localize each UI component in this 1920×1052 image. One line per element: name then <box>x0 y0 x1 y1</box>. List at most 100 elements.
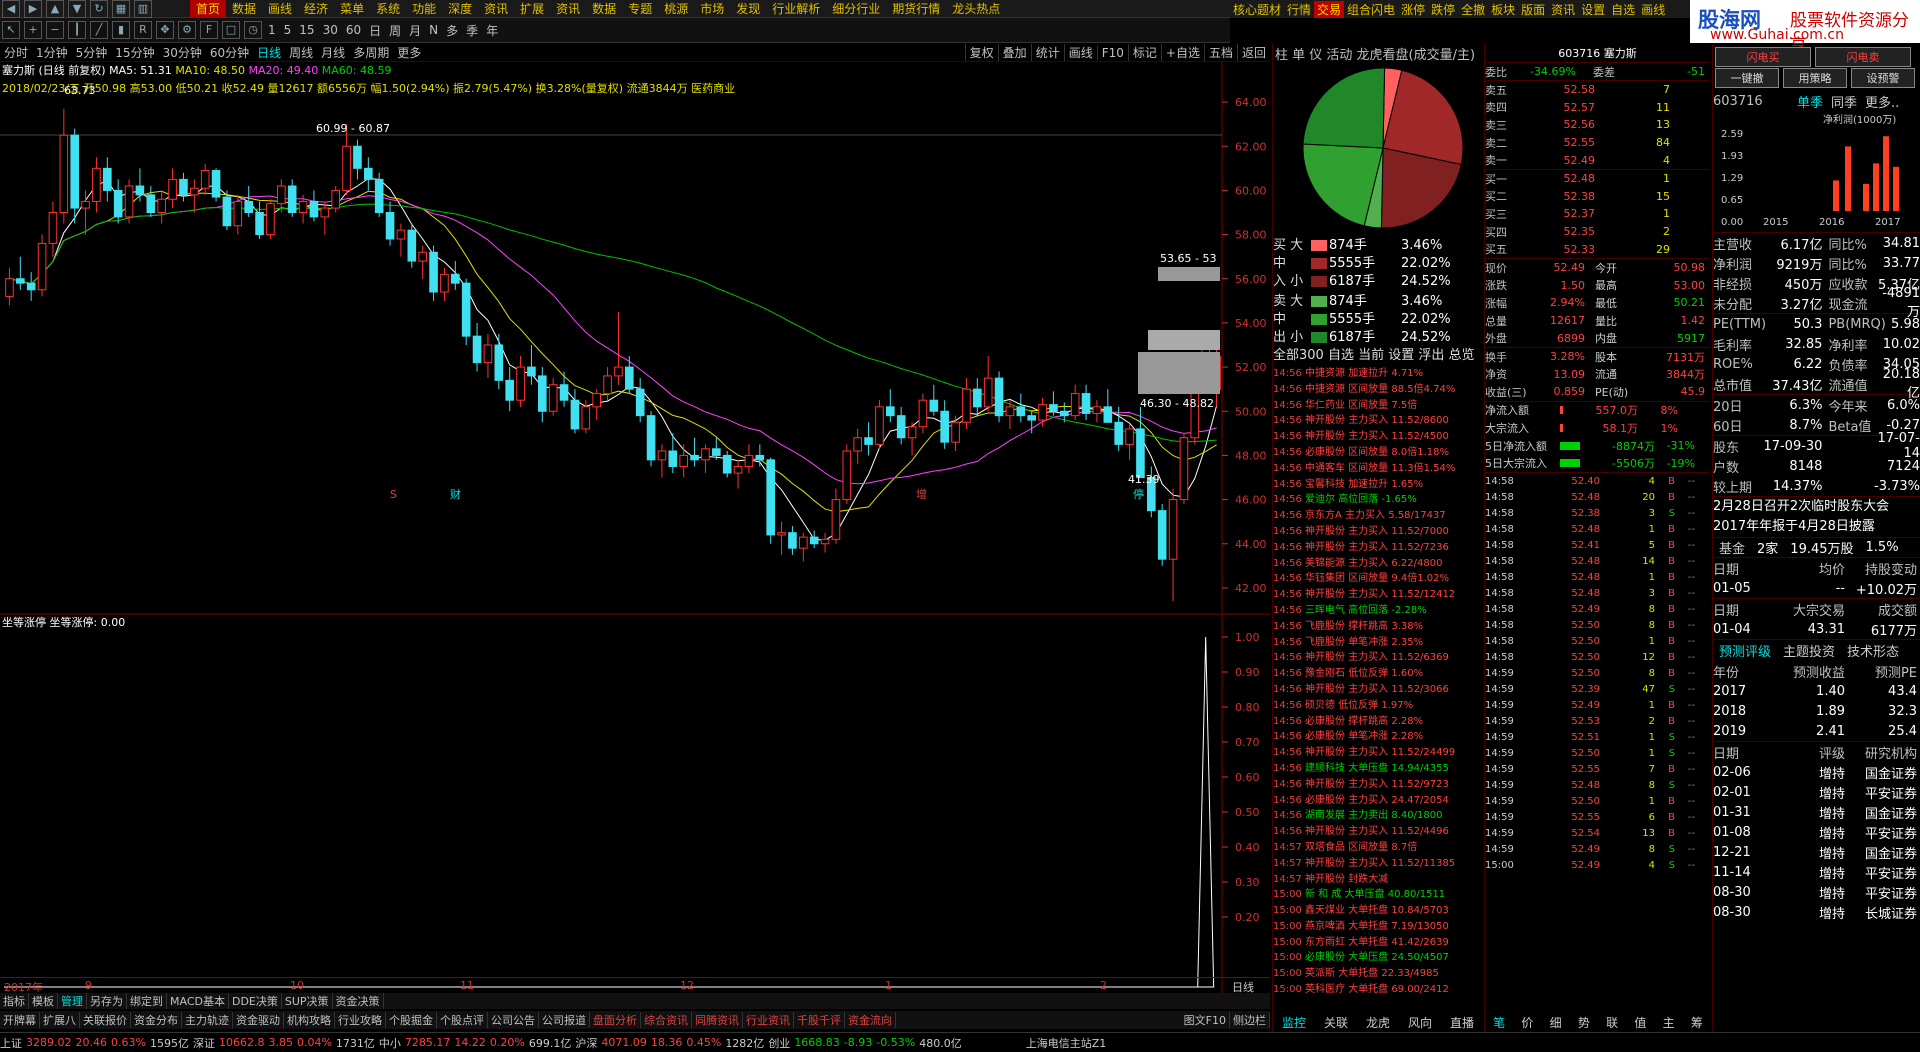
period-tab[interactable]: 1分钟 <box>32 44 72 61</box>
toolbar-tab[interactable]: 交易 <box>1314 0 1345 18</box>
cursor-icon[interactable]: ↖ <box>2 21 20 39</box>
period-number-button[interactable]: 1 <box>264 23 280 37</box>
menu-item[interactable]: 首页 <box>190 0 227 17</box>
alert-row[interactable]: 14:56 湖南发展 主力卖出 8.40/1800 <box>1273 806 1483 822</box>
period-tab[interactable]: 更多 <box>393 44 425 61</box>
alert-row[interactable]: 14:56 神开股份 主力买入 11.52/6369 <box>1273 648 1483 664</box>
period-button[interactable]: 周 <box>385 22 405 39</box>
toolbar-tab[interactable]: 资讯 <box>1548 1 1578 18</box>
period-button[interactable]: N <box>425 23 442 37</box>
menu-item[interactable]: 发现 <box>730 0 766 17</box>
alert-row[interactable]: 14:56 飞鹿股份 撑杆跳高 3.38% <box>1273 617 1483 633</box>
alert-row[interactable]: 14:56 必康股份 区间放量 8.0倍1.18% <box>1273 443 1483 459</box>
trade-button[interactable]: 闪电买 <box>1715 47 1811 67</box>
alert-row[interactable]: 14:56 美锦能源 主力买入 6.22/4800 <box>1273 554 1483 570</box>
period-number-button[interactable]: 30 <box>319 23 342 37</box>
tick-tab[interactable]: 细 <box>1542 1014 1570 1031</box>
alert-row[interactable]: 14:56 神开股份 主力买入 11.52/4500 <box>1273 427 1483 443</box>
side-tab[interactable]: 图文F10 <box>1181 1012 1230 1028</box>
toolbar-tab[interactable]: 设置 <box>1578 1 1608 18</box>
alert-row[interactable]: 14:56 华钰集团 区间放量 9.4倍1.02% <box>1273 569 1483 585</box>
info-tab[interactable]: 资金分布 <box>131 1012 182 1028</box>
alert-row[interactable]: 14:56 神开股份 主力买入 11.52/3066 <box>1273 680 1483 696</box>
toolbar-tab[interactable]: 板块 <box>1488 1 1518 18</box>
alert-row[interactable]: 14:56 神开股份 主力买入 11.52/8600 <box>1273 411 1483 427</box>
toolbar-tab[interactable]: 行情 <box>1284 1 1314 18</box>
info-tab[interactable]: 扩展八 <box>40 1012 80 1028</box>
chart-tool-button[interactable]: 五档 <box>1203 44 1237 61</box>
info-tab[interactable]: 主力轨迹 <box>182 1012 233 1028</box>
indicator-tab[interactable]: 资金决策 <box>333 993 384 1009</box>
info-tab[interactable]: 个股掘金 <box>386 1012 437 1028</box>
up-icon[interactable]: ▲ <box>46 0 64 18</box>
info-tab[interactable]: 盘面分析 <box>590 1012 641 1028</box>
alert-row[interactable]: 14:57 双塔食品 区间放量 8.7倍 <box>1273 838 1483 854</box>
menu-item[interactable]: 功能 <box>406 0 442 17</box>
period-number-button[interactable]: 60 <box>342 23 365 37</box>
tick-tab[interactable]: 联 <box>1598 1014 1626 1031</box>
kline-chart[interactable]: 64.00 62.00 60.00 58.00 56.00 54.00 52.00 50.00… <box>0 62 1270 997</box>
menu-item[interactable]: 资讯 <box>550 0 586 17</box>
menu-item[interactable]: 行业解析 <box>766 0 826 17</box>
info-tab[interactable]: 行业攻略 <box>335 1012 386 1028</box>
menu-item[interactable]: 数据 <box>226 0 262 17</box>
down-icon[interactable]: ▼ <box>68 0 86 18</box>
trade-button[interactable]: 一键撤 <box>1715 68 1779 88</box>
period-number-button[interactable]: 5 <box>280 23 296 37</box>
chart-tool-button[interactable]: 统计 <box>1030 44 1064 61</box>
monitor-tab[interactable]: 龙虎 <box>1357 1014 1399 1031</box>
menu-item[interactable]: 数据 <box>586 0 622 17</box>
menu-item[interactable]: 龙头热点 <box>946 0 1006 17</box>
menu-item[interactable]: 细分行业 <box>826 0 886 17</box>
forecast-tab[interactable]: 预测评级 <box>1713 641 1777 660</box>
move-icon[interactable]: ✥ <box>156 21 174 39</box>
toolbar-tab[interactable]: 版面 <box>1518 1 1548 18</box>
chart-icon[interactable]: ▥ <box>134 0 152 18</box>
zoom-in-icon[interactable]: + <box>24 21 42 39</box>
tick-tab[interactable]: 主 <box>1655 1014 1683 1031</box>
info-tab[interactable]: 资金流向 <box>845 1012 896 1028</box>
alert-row[interactable]: 14:56 中捷资源 区间放量 88.5倍4.74% <box>1273 380 1483 396</box>
chart-tool-button[interactable]: F10 <box>1096 45 1128 60</box>
toolbar-tab[interactable]: 跌停 <box>1428 1 1458 18</box>
alert-row[interactable]: 14:56 宝馨科技 加速拉升 1.65% <box>1273 475 1483 491</box>
alert-row[interactable]: 14:56 神开股份 主力买入 11.52/12412 <box>1273 585 1483 601</box>
period-button[interactable]: 月 <box>405 22 425 39</box>
alert-row[interactable]: 14:56 建顺科技 大单压盘 14.94/4355 <box>1273 759 1483 775</box>
bar-icon[interactable]: ▮ <box>112 21 130 39</box>
chart-tool-button[interactable]: 复权 <box>964 44 998 61</box>
alert-row[interactable]: 14:56 中通客车 区间放量 11.3倍1.54% <box>1273 459 1483 475</box>
alert-row[interactable]: 15:00 燕京啤酒 大单托盘 7.19/13050 <box>1273 917 1483 933</box>
alert-row[interactable]: 15:00 英派斯 大单托盘 22.33/4985 <box>1273 964 1483 980</box>
indicator-tab[interactable]: SUP决策 <box>282 993 333 1009</box>
filter-bar[interactable]: 全部300 自选 当前 设置 浮出 总览 <box>1273 344 1483 363</box>
period-button[interactable]: 多 <box>442 22 462 39</box>
period-tab[interactable]: 15分钟 <box>111 44 158 61</box>
info-tab[interactable]: 个股点评 <box>437 1012 488 1028</box>
indicator-tab[interactable]: 另存为 <box>87 993 127 1009</box>
alert-row[interactable]: 15:00 鑫天煤业 大单托盘 10.84/5703 <box>1273 901 1483 917</box>
tick-tab[interactable]: 价 <box>1513 1014 1541 1031</box>
chart-tool-button[interactable]: +自选 <box>1160 44 1204 61</box>
info-tab[interactable]: 关联报价 <box>80 1012 131 1028</box>
alert-row[interactable]: 15:00 必康股份 大单压盘 24.50/4507 <box>1273 948 1483 964</box>
period-button[interactable]: 日 <box>365 22 385 39</box>
indicator-tab[interactable]: 绑定到 <box>127 993 167 1009</box>
alert-row[interactable]: 15:00 东方雨虹 大单托盘 41.42/2639 <box>1273 933 1483 949</box>
period-button[interactable]: 季 <box>462 22 482 39</box>
toolbar-tab[interactable]: 核心题材 <box>1230 1 1284 18</box>
chart-tool-button[interactable]: 叠加 <box>997 44 1031 61</box>
alert-row[interactable]: 14:56 神开股份 主力买入 11.52/24499 <box>1273 743 1483 759</box>
alert-row[interactable]: 14:56 必康股份 主力买入 24.47/2054 <box>1273 791 1483 807</box>
alert-row[interactable]: 14:56 神开股份 主力买入 11.52/7000 <box>1273 522 1483 538</box>
indicator-tab[interactable]: DDE决策 <box>229 993 282 1009</box>
alert-row[interactable]: 14:56 爱迪尔 高位回落 -1.65% <box>1273 490 1483 506</box>
side-tab[interactable]: 侧边栏 <box>1230 1012 1270 1028</box>
tick-tab[interactable]: 值 <box>1626 1014 1654 1031</box>
period-button[interactable]: 年 <box>482 22 502 39</box>
toolbar-tab[interactable]: 涨停 <box>1398 1 1428 18</box>
info-tab[interactable]: 开牌幕 <box>0 1012 40 1028</box>
line-icon[interactable]: ╱ <box>90 21 108 39</box>
monitor-tab[interactable]: 风向 <box>1399 1014 1441 1031</box>
info-tab[interactable]: 机构攻略 <box>284 1012 335 1028</box>
